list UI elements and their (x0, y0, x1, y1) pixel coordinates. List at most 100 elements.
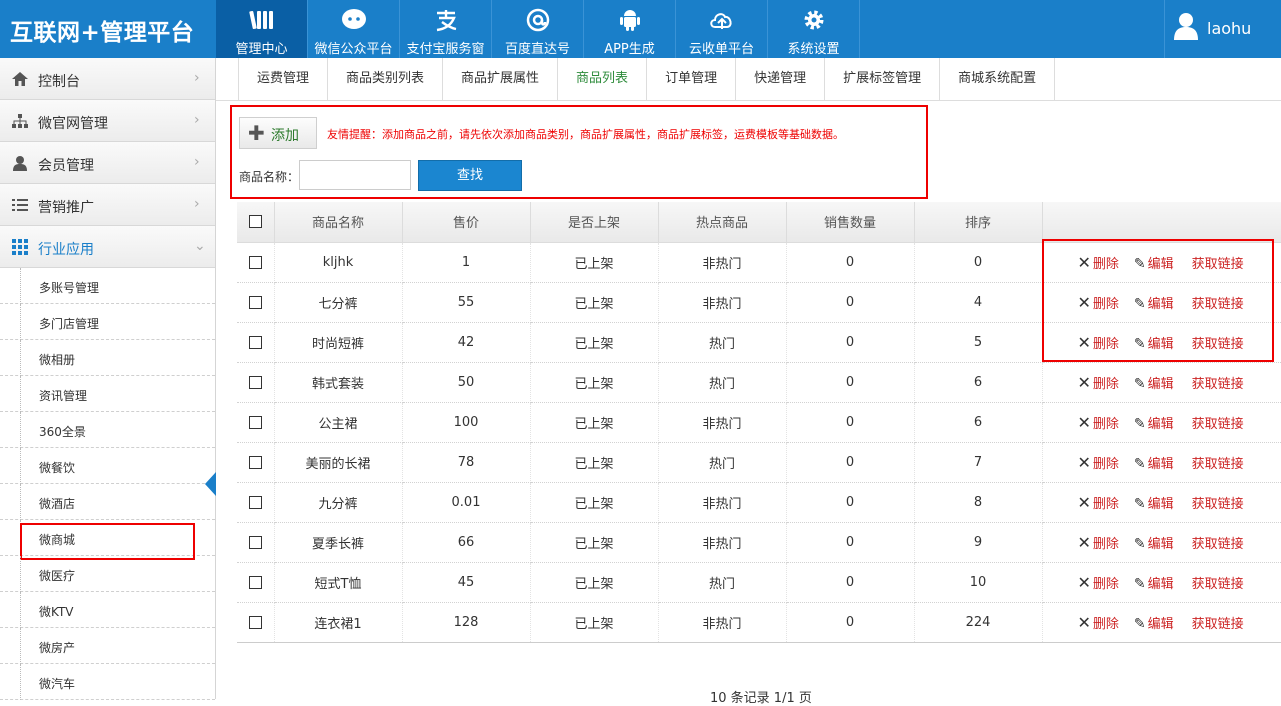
user-menu[interactable]: laohu (1164, 0, 1281, 58)
delete-button[interactable]: ✕ 删除 (1078, 573, 1119, 592)
tab-6[interactable]: 扩展标签管理 (825, 58, 941, 100)
cell-sort: 7 (914, 442, 1043, 483)
tab-0[interactable]: 运费管理 (239, 58, 329, 100)
sidebar-sub-label: 微房产 (39, 641, 76, 655)
delete-button[interactable]: ✕ 删除 (1078, 413, 1119, 432)
get-link-button[interactable]: 获取链接 (1192, 453, 1244, 472)
tab-3[interactable]: 商品列表 (558, 58, 648, 100)
row-select-cell[interactable] (237, 602, 275, 643)
delete-button[interactable]: ✕ 删除 (1078, 533, 1119, 552)
row-checkbox[interactable] (248, 415, 262, 429)
sidebar-sub-item-7[interactable]: 微商城 (0, 520, 215, 560)
sidebar-sub-item-11[interactable]: 微汽车 (0, 664, 215, 700)
sidebar-item-0[interactable]: 控制台 › (0, 58, 215, 100)
delete-button[interactable]: ✕ 删除 (1078, 493, 1119, 512)
edit-button[interactable]: ✎ 编辑 (1134, 453, 1174, 472)
delete-button[interactable]: ✕ 删除 (1078, 373, 1119, 392)
sidebar-sub-item-3[interactable]: 资讯管理 (0, 376, 215, 412)
close-icon: ✕ (1077, 572, 1091, 592)
edit-button[interactable]: ✎ 编辑 (1134, 573, 1174, 592)
delete-label: 删除 (1092, 536, 1119, 552)
row-select-cell[interactable] (237, 482, 275, 523)
sidebar-sub-item-1[interactable]: 多门店管理 (0, 304, 215, 340)
nav-item-2[interactable]: 支付宝服务窗 (400, 0, 492, 58)
select-all-checkbox[interactable] (248, 215, 262, 229)
row-checkbox[interactable] (248, 375, 262, 389)
sidebar-sub-item-6[interactable]: 微酒店 (0, 484, 215, 520)
row-select-cell[interactable] (237, 442, 275, 483)
tab-5[interactable]: 快递管理 (736, 58, 826, 100)
row-select-cell[interactable] (237, 362, 275, 403)
baidu-icon (492, 8, 583, 32)
sidebar-item-2[interactable]: 会员管理 › (0, 142, 215, 184)
row-checkbox[interactable] (248, 255, 262, 269)
nav-item-4[interactable]: APP生成 (584, 0, 676, 58)
row-select-cell[interactable] (237, 522, 275, 563)
edit-button[interactable]: ✎ 编辑 (1134, 373, 1174, 392)
user-name: laohu (1207, 19, 1252, 38)
get-link-button[interactable]: 获取链接 (1192, 413, 1244, 432)
sidebar-sub-item-2[interactable]: 微相册 (0, 340, 215, 376)
row-select-cell[interactable] (237, 322, 275, 363)
row-checkbox[interactable] (248, 495, 262, 509)
row-checkbox[interactable] (248, 335, 262, 349)
cell-hot: 非热门 (658, 522, 787, 563)
tab-1[interactable]: 商品类别列表 (328, 58, 444, 100)
edit-button[interactable]: ✎ 编辑 (1134, 533, 1174, 552)
nav-item-0[interactable]: 管理中心 (216, 0, 308, 58)
app-logo: 互联网+管理平台 (10, 20, 195, 46)
cell-price: 50 (402, 362, 531, 403)
sidebar-sub-item-8[interactable]: 微医疗 (0, 556, 215, 592)
delete-label: 删除 (1092, 496, 1119, 512)
nav-item-5[interactable]: 云收单平台 (676, 0, 768, 58)
nav-item-1[interactable]: 微信公众平台 (308, 0, 400, 58)
sidebar-sub-item-9[interactable]: 微KTV (0, 592, 215, 628)
sidebar-sub-item-4[interactable]: 360全景 (0, 412, 215, 448)
close-icon: ✕ (1077, 612, 1091, 632)
row-select-cell[interactable] (237, 242, 275, 283)
row-select-cell[interactable] (237, 282, 275, 323)
sidebar-item-1[interactable]: 微官网管理 › (0, 100, 215, 142)
sidebar-item-3[interactable]: 营销推广 › (0, 184, 215, 226)
row-checkbox[interactable] (248, 535, 262, 549)
delete-button[interactable]: ✕ 删除 (1078, 453, 1119, 472)
sidebar-item-4[interactable]: 行业应用 ⌄ (0, 226, 215, 268)
nav-item-6[interactable]: 系统设置 (768, 0, 860, 58)
row-select-cell[interactable] (237, 402, 275, 443)
edit-button[interactable]: ✎ 编辑 (1134, 613, 1174, 632)
delete-label: 删除 (1092, 616, 1119, 632)
tab-7[interactable]: 商城系统配置 (940, 58, 1056, 100)
sidebar-sub-item-0[interactable]: 多账号管理 (0, 268, 215, 304)
cell-sort: 6 (914, 402, 1043, 443)
row-checkbox[interactable] (248, 615, 262, 629)
row-checkbox[interactable] (248, 575, 262, 589)
nav-item-3[interactable]: 百度直达号 (492, 0, 584, 58)
sidebar-sub-label: 360全景 (39, 425, 86, 439)
get-link-button[interactable]: 获取链接 (1192, 613, 1244, 632)
row-select-cell[interactable] (237, 562, 275, 603)
delete-button[interactable]: ✕ 删除 (1078, 613, 1119, 632)
alipay-icon (400, 8, 491, 32)
cell-name: kljhk (274, 242, 403, 283)
row-checkbox[interactable] (248, 295, 262, 309)
row-checkbox[interactable] (248, 455, 262, 469)
name-search-input[interactable] (299, 160, 411, 190)
edit-icon: ✎ (1133, 375, 1146, 392)
add-button[interactable]: ✚ 添加 (239, 117, 317, 149)
user-avatar-icon (1173, 12, 1199, 44)
cell-sort: 4 (914, 282, 1043, 323)
sidebar-sub-item-5[interactable]: 微餐饮 (0, 448, 215, 484)
get-link-button[interactable]: 获取链接 (1192, 533, 1244, 552)
get-link-button[interactable]: 获取链接 (1192, 373, 1244, 392)
sidebar-sub-item-10[interactable]: 微房产 (0, 628, 215, 664)
edit-button[interactable]: ✎ 编辑 (1134, 493, 1174, 512)
get-link-button[interactable]: 获取链接 (1192, 493, 1244, 512)
tab-4[interactable]: 订单管理 (647, 58, 737, 100)
edit-button[interactable]: ✎ 编辑 (1134, 413, 1174, 432)
cell-status: 已上架 (530, 482, 659, 523)
cell-status: 已上架 (530, 362, 659, 403)
select-all-cell[interactable] (237, 202, 275, 243)
get-link-button[interactable]: 获取链接 (1192, 573, 1244, 592)
search-button[interactable]: 查找 (418, 160, 522, 191)
tab-2[interactable]: 商品扩展属性 (443, 58, 559, 100)
